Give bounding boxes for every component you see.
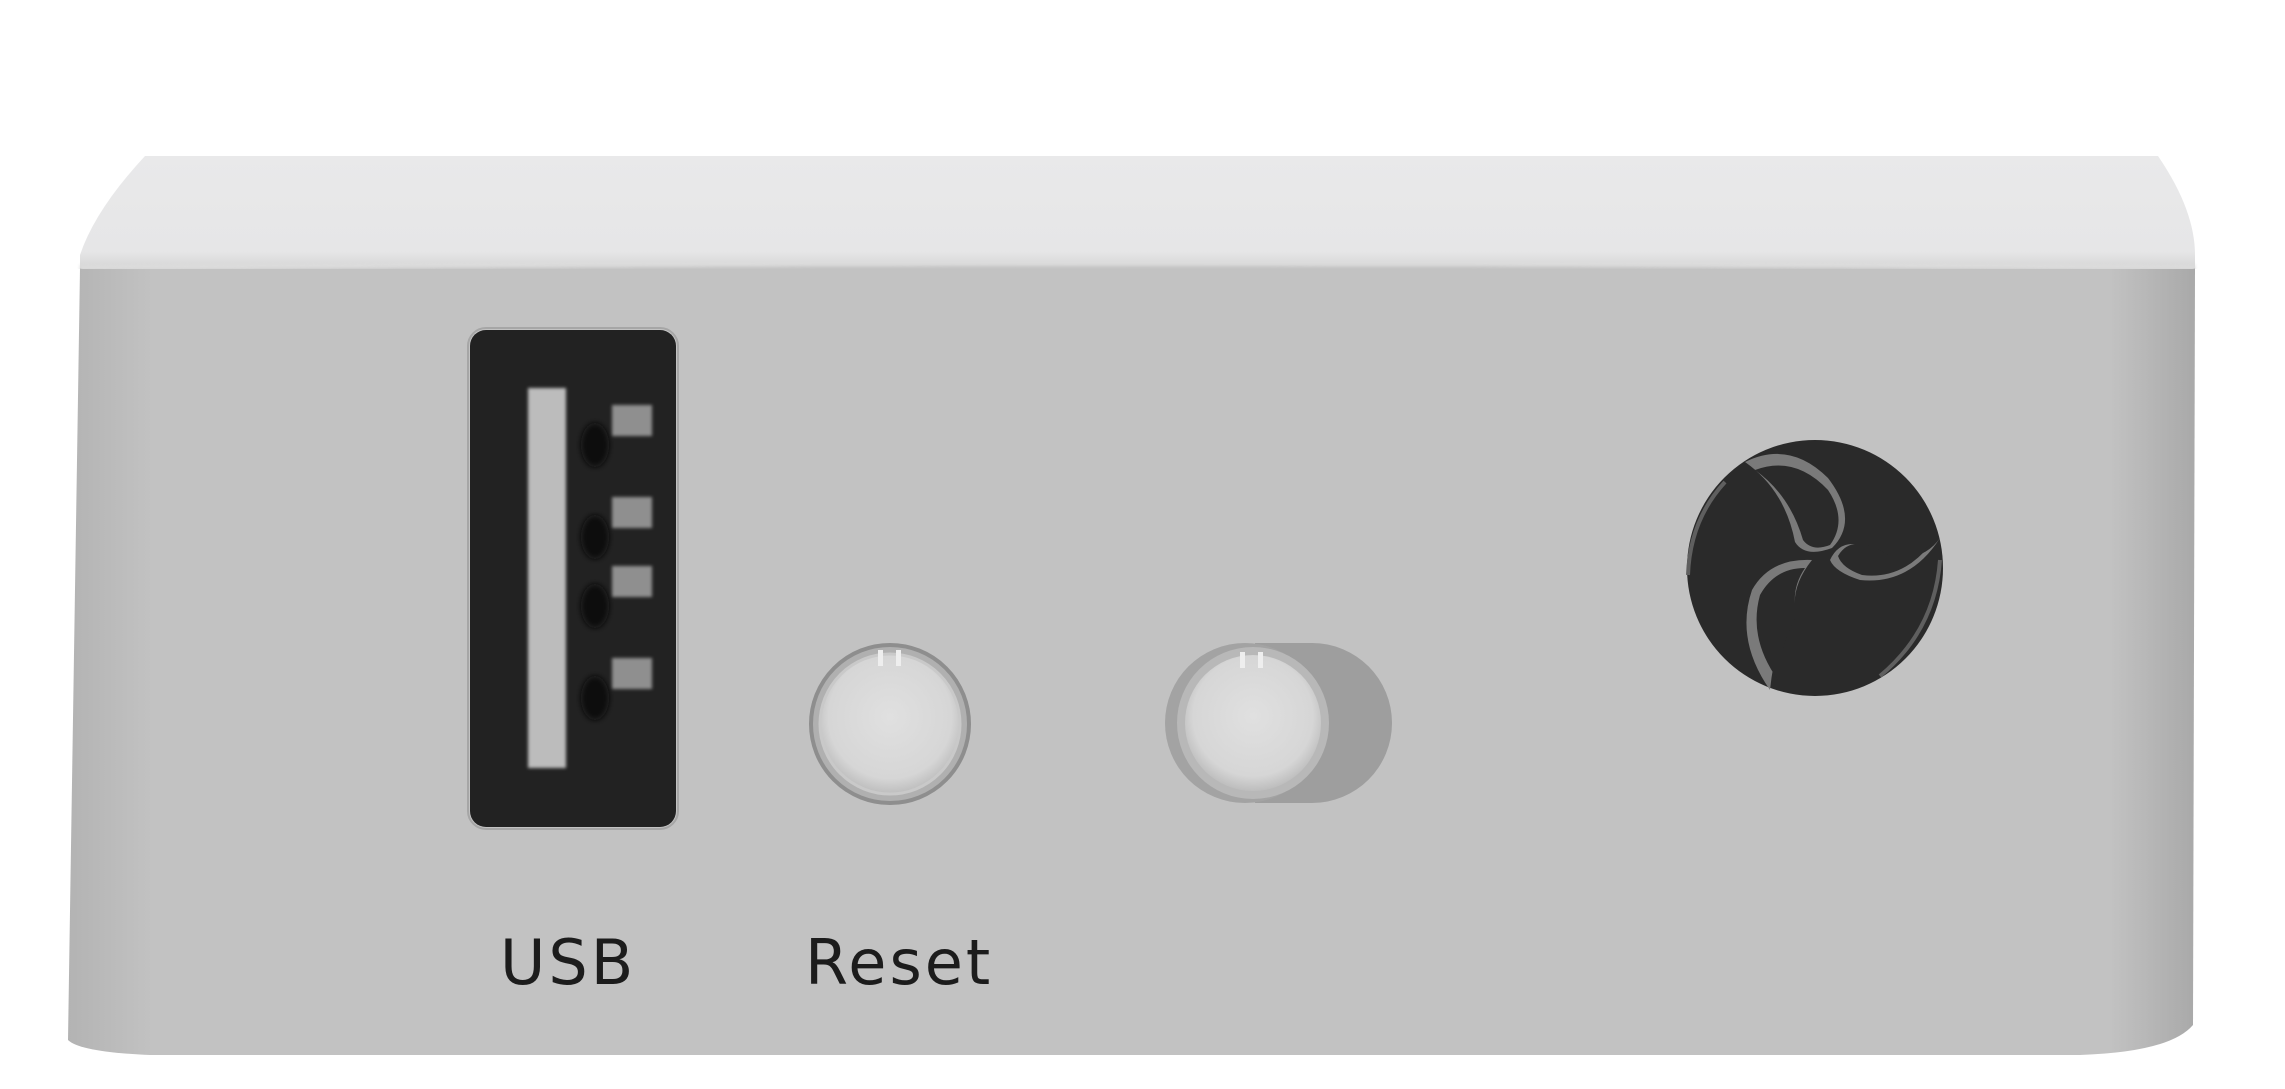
fan-icon (1686, 440, 1943, 696)
device-panel: USB Reset (0, 0, 2285, 1089)
usb-port-icon[interactable] (467, 327, 679, 830)
usb-label: USB (500, 926, 637, 999)
reset-label: Reset (805, 926, 994, 999)
power-switch[interactable] (1165, 643, 1392, 803)
reset-button[interactable] (809, 643, 971, 805)
device-casing (68, 156, 2196, 1055)
casing-top (80, 156, 2195, 275)
